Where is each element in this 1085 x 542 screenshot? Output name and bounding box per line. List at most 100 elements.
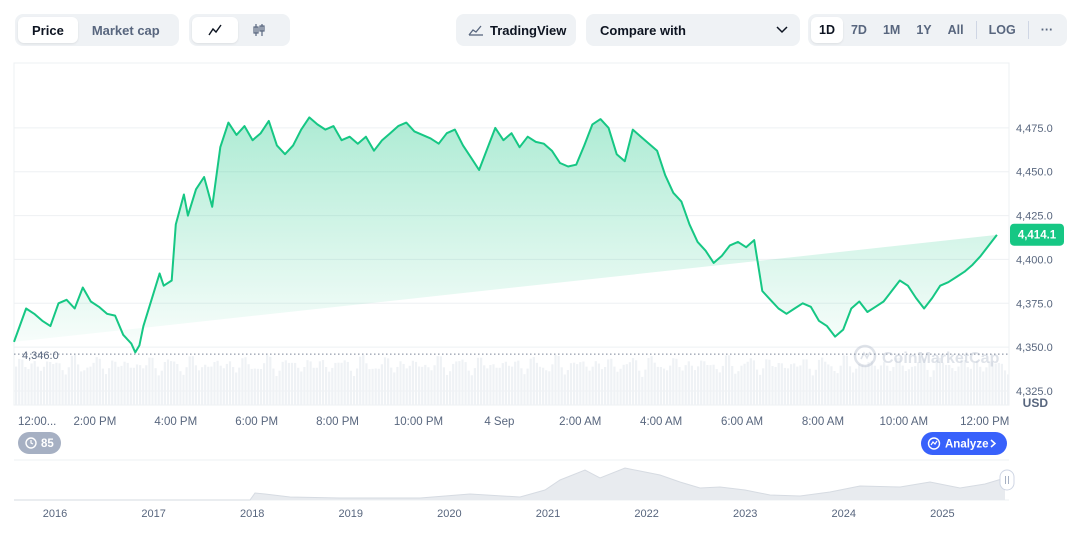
volume-bar bbox=[331, 367, 334, 405]
volume-bar bbox=[108, 368, 111, 405]
volume-bar bbox=[418, 366, 421, 405]
volume-bar bbox=[622, 364, 625, 405]
volume-bar bbox=[445, 374, 449, 405]
volume-bar bbox=[542, 367, 545, 405]
volume-bar bbox=[132, 367, 135, 405]
volume-bar bbox=[222, 368, 225, 405]
volume-bar bbox=[49, 361, 52, 405]
volume-bar bbox=[470, 375, 473, 405]
volume-bar bbox=[638, 370, 641, 405]
volume-bar bbox=[235, 372, 238, 405]
volume-bar bbox=[538, 366, 542, 405]
overview-year-label: 2022 bbox=[634, 508, 658, 520]
volume-bar bbox=[852, 372, 855, 405]
volume-bar bbox=[504, 361, 507, 405]
x-axis-labels: 12:00... 2:00 PM 4:00 PM 6:00 PM 8:00 PM 10:0… bbox=[18, 416, 1009, 428]
analyze-button[interactable]: Analyze bbox=[921, 432, 1007, 455]
x-tick-label: 10:00 AM bbox=[880, 416, 929, 428]
volume-bar bbox=[628, 362, 631, 405]
volume-bar bbox=[464, 362, 467, 405]
volume-bar bbox=[883, 361, 886, 405]
volume-bar bbox=[514, 361, 517, 405]
volume-bar bbox=[297, 367, 300, 405]
volume-bar bbox=[824, 361, 827, 405]
volume-bar bbox=[33, 361, 36, 405]
y-tick-label: 4,375.0 bbox=[1016, 298, 1053, 310]
volume-bar bbox=[1007, 374, 1010, 405]
volume-bar bbox=[275, 376, 278, 405]
volume-bar bbox=[858, 363, 861, 405]
volume-bar bbox=[889, 370, 892, 405]
volume-bar bbox=[827, 364, 830, 405]
volume-bar bbox=[774, 366, 777, 405]
volume-bar bbox=[653, 362, 656, 405]
volume-bar bbox=[715, 369, 718, 405]
overview-year-label: 2021 bbox=[536, 508, 560, 520]
volume-bar bbox=[560, 367, 563, 405]
volume-bar bbox=[926, 369, 929, 405]
volume-bar bbox=[352, 376, 356, 405]
volume-bar bbox=[548, 371, 551, 405]
volume-bar bbox=[148, 357, 151, 405]
volume-bar bbox=[799, 365, 802, 405]
volume-bar bbox=[910, 366, 914, 405]
overview-drag-handle[interactable] bbox=[999, 469, 1015, 491]
volume-bar bbox=[740, 365, 743, 405]
x-tick-label: 10:00 PM bbox=[394, 416, 443, 428]
volume-bar bbox=[207, 366, 210, 405]
volume-bar bbox=[743, 363, 746, 405]
volume-bar bbox=[873, 365, 876, 405]
volume-bar bbox=[817, 359, 821, 405]
volume-bar bbox=[517, 360, 520, 405]
volume-bar bbox=[948, 364, 951, 405]
volume-bar bbox=[613, 366, 616, 405]
volume-bar bbox=[67, 367, 70, 405]
volume-bar bbox=[808, 368, 811, 405]
volume-bar bbox=[269, 356, 272, 405]
volume-bar bbox=[718, 372, 721, 405]
volume-bar bbox=[15, 366, 18, 405]
volume-bar bbox=[241, 358, 244, 405]
volume-bar bbox=[111, 360, 114, 405]
timer-badge[interactable]: 85 bbox=[18, 432, 61, 454]
volume-bar bbox=[535, 362, 538, 405]
volume-bar bbox=[160, 370, 163, 405]
volume-bar bbox=[917, 362, 920, 405]
volume-bar bbox=[383, 357, 387, 405]
volume-bar bbox=[811, 375, 814, 405]
volume-bar bbox=[842, 355, 845, 405]
volume-bar bbox=[573, 362, 576, 405]
volume-bar bbox=[700, 360, 703, 405]
volume-bar bbox=[197, 370, 201, 405]
volume-bar bbox=[929, 376, 932, 405]
volume-bar bbox=[582, 361, 585, 405]
volume-bar bbox=[402, 363, 405, 405]
volume-bar bbox=[194, 365, 197, 405]
volume-bar bbox=[21, 359, 24, 405]
volume-bar bbox=[433, 365, 436, 405]
volume-bar bbox=[659, 366, 662, 405]
volume-bar bbox=[228, 361, 232, 405]
volume-bar bbox=[802, 359, 805, 405]
volume-bar bbox=[154, 368, 157, 405]
volume-bar bbox=[473, 368, 476, 405]
overview-year-label: 2020 bbox=[437, 508, 461, 520]
volume-bar bbox=[591, 366, 594, 405]
volume-bar bbox=[371, 368, 374, 405]
volume-bar bbox=[687, 361, 690, 405]
volume-bar bbox=[836, 373, 839, 405]
volume-bar bbox=[244, 357, 247, 405]
volume-bar bbox=[89, 366, 92, 405]
volume-bar bbox=[604, 367, 607, 405]
volume-bar bbox=[830, 366, 833, 405]
volume-bar bbox=[988, 361, 991, 405]
volume-bar bbox=[120, 365, 123, 405]
volume-bar bbox=[458, 361, 461, 405]
volume-bar bbox=[42, 366, 46, 405]
volume-bar bbox=[86, 367, 89, 405]
volume-bar bbox=[982, 371, 985, 405]
volume-bar bbox=[752, 360, 755, 405]
x-tick-label: 4:00 PM bbox=[154, 416, 197, 428]
y-tick-label: 4,350.0 bbox=[1016, 342, 1053, 354]
volume-bar bbox=[907, 369, 910, 405]
